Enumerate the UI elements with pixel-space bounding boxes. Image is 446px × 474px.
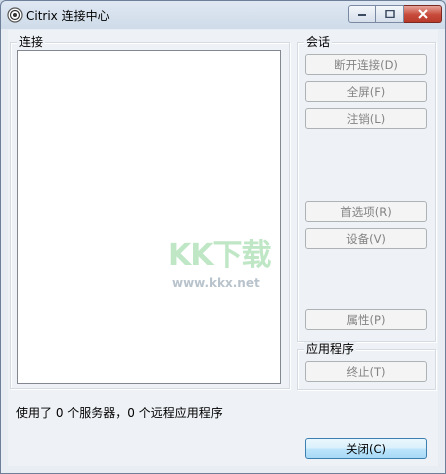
properties-button[interactable]: 属性(P)	[305, 309, 427, 330]
disconnect-button[interactable]: 断开连接(D)	[305, 54, 427, 75]
devices-button[interactable]: 设备(V)	[305, 228, 427, 249]
title-bar[interactable]: Citrix 连接中心	[1, 1, 445, 29]
connections-group-label: 连接	[17, 35, 46, 49]
close-button[interactable]: 关闭(C)	[305, 438, 427, 459]
preferences-button[interactable]: 首选项(R)	[305, 201, 427, 222]
maximize-button[interactable]	[376, 5, 404, 23]
status-text: 使用了 0 个服务器，0 个远程应用程序	[16, 406, 223, 420]
minimize-button[interactable]	[348, 5, 376, 23]
close-window-button[interactable]	[404, 5, 442, 23]
window-title: Citrix 连接中心	[26, 9, 110, 23]
client-area: 连接 会话 断开连接(D) 全屏(F) 注销(L) 首选项(R) 设备(V) 属…	[8, 30, 438, 466]
applications-group-label: 应用程序	[304, 342, 357, 356]
citrix-connection-center-window: Citrix 连接中心 连接 会话 断开连接(D) 全屏(F) 注销(L) 首选…	[0, 0, 446, 474]
connections-list[interactable]	[17, 50, 281, 384]
maximize-icon	[384, 10, 395, 18]
minimize-icon	[358, 14, 366, 16]
fullscreen-button[interactable]: 全屏(F)	[305, 81, 427, 102]
citrix-app-icon	[7, 7, 23, 23]
logoff-button[interactable]: 注销(L)	[305, 108, 427, 129]
session-group-label: 会话	[304, 35, 333, 49]
terminate-button[interactable]: 终止(T)	[305, 361, 427, 382]
close-icon	[417, 9, 428, 19]
